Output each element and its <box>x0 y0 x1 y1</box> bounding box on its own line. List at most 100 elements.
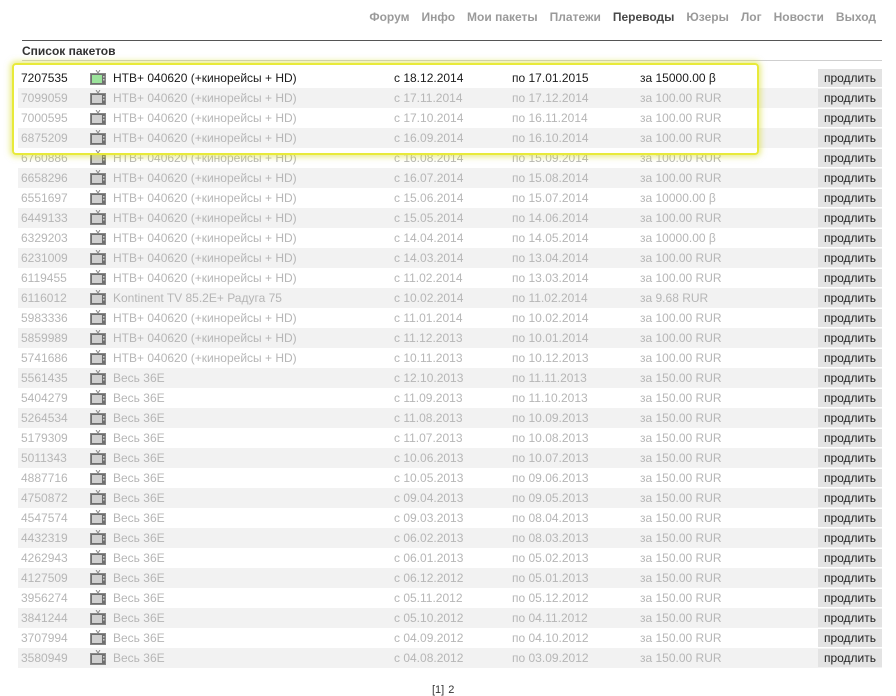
package-row: 5264534 Весь 36E с 11.08.2013 по 10.09.2013… <box>18 408 882 428</box>
package-row: 5859989 НТВ+ 040620 (+кинорейсы + HD) с 11… <box>18 328 882 348</box>
tv-icon <box>90 389 106 405</box>
renew-button[interactable]: продлить <box>818 109 882 127</box>
renew-button[interactable]: продлить <box>818 309 882 327</box>
renew-button[interactable]: продлить <box>818 549 882 567</box>
tv-icon <box>90 89 106 105</box>
renew-button[interactable]: продлить <box>818 489 882 507</box>
tv-icon <box>90 629 106 645</box>
nav-item-0[interactable]: Форум <box>363 10 415 28</box>
package-row: 4127509 Весь 36E с 06.12.2012 по 05.01.2013… <box>18 568 882 588</box>
package-price: за 150.00 RUR <box>640 651 722 665</box>
renew-button[interactable]: продлить <box>818 329 882 347</box>
package-start-date: с 10.05.2013 <box>394 471 464 485</box>
package-end-date: по 11.11.2013 <box>512 371 587 385</box>
package-name: НТВ+ 040620 (+кинорейсы + HD) <box>113 111 297 125</box>
package-row: 5404279 Весь 36E с 11.09.2013 по 11.10.2013… <box>18 388 882 408</box>
nav-item-7[interactable]: Новости <box>768 10 830 28</box>
package-name: Весь 36E <box>113 491 165 505</box>
nav-item-5[interactable]: Юзеры <box>680 10 734 28</box>
renew-button[interactable]: продлить <box>818 209 882 227</box>
nav-item-6[interactable]: Лог <box>735 10 768 28</box>
package-start-date: с 10.02.2014 <box>394 291 464 305</box>
package-start-date: с 11.07.2013 <box>394 431 463 445</box>
package-end-date: по 16.11.2014 <box>512 111 588 125</box>
package-price: за 150.00 RUR <box>640 511 722 525</box>
package-end-date: по 17.12.2014 <box>512 91 589 105</box>
renew-button[interactable]: продлить <box>818 289 882 307</box>
nav-item-8[interactable]: Выход <box>830 10 882 28</box>
package-row: 6119455 НТВ+ 040620 (+кинорейсы + HD) с 11… <box>18 268 882 288</box>
package-start-date: с 10.06.2013 <box>394 451 464 465</box>
package-price: за 150.00 RUR <box>640 611 722 625</box>
package-start-date: с 09.03.2013 <box>394 511 464 525</box>
renew-button[interactable]: продлить <box>818 169 882 187</box>
nav-item-4[interactable]: Переводы <box>607 10 681 28</box>
renew-button[interactable]: продлить <box>818 349 882 367</box>
renew-button[interactable]: продлить <box>818 529 882 547</box>
renew-button[interactable]: продлить <box>818 469 882 487</box>
renew-button[interactable]: продлить <box>818 89 882 107</box>
renew-button[interactable]: продлить <box>818 409 882 427</box>
package-name: Весь 36E <box>113 511 165 525</box>
package-row: 4887716 Весь 36E с 10.05.2013 по 09.06.2013… <box>18 468 882 488</box>
renew-button[interactable]: продлить <box>818 569 882 587</box>
page-link-2[interactable]: 2 <box>448 684 454 696</box>
package-name: Весь 36E <box>113 391 165 405</box>
renew-button[interactable]: продлить <box>818 389 882 407</box>
package-row: 5011343 Весь 36E с 10.06.2013 по 10.07.2013… <box>18 448 882 468</box>
top-navigation: Форум Инфо Мои пакеты Платежи Переводы Юзеры Л… <box>363 10 882 28</box>
package-name: НТВ+ 040620 (+кинорейсы + HD) <box>113 91 297 105</box>
tv-icon <box>90 109 106 125</box>
nav-item-3[interactable]: Платежи <box>544 10 607 28</box>
renew-button[interactable]: продлить <box>818 249 882 267</box>
package-name: Kontinent TV 85.2E+ Радуга 75 <box>113 291 282 305</box>
package-start-date: с 17.10.2014 <box>394 111 464 125</box>
nav-item-1[interactable]: Инфо <box>415 10 461 28</box>
package-start-date: с 14.04.2014 <box>394 231 464 245</box>
package-id: 4262943 <box>21 551 68 565</box>
package-row: 4432319 Весь 36E с 06.02.2013 по 08.03.2013… <box>18 528 882 548</box>
renew-button[interactable]: продлить <box>818 189 882 207</box>
renew-button[interactable]: продлить <box>818 229 882 247</box>
package-id: 7000595 <box>21 111 68 125</box>
package-price: за 150.00 RUR <box>640 631 722 645</box>
renew-button[interactable]: продлить <box>818 129 882 147</box>
tv-icon <box>90 269 106 285</box>
package-end-date: по 08.04.2013 <box>512 511 589 525</box>
package-end-date: по 17.01.2015 <box>512 71 589 85</box>
package-start-date: с 11.02.2014 <box>394 271 463 285</box>
package-id: 5983336 <box>21 311 68 325</box>
renew-button[interactable]: продлить <box>818 509 882 527</box>
package-id: 4547574 <box>21 511 68 525</box>
package-price: за 100.00 RUR <box>640 91 722 105</box>
package-id: 5179309 <box>21 431 68 445</box>
tv-icon <box>90 329 106 345</box>
package-row: 4750872 Весь 36E с 09.04.2013 по 09.05.2013… <box>18 488 882 508</box>
package-end-date: по 09.05.2013 <box>512 491 589 505</box>
renew-button[interactable]: продлить <box>818 149 882 167</box>
tv-icon <box>90 349 106 365</box>
package-price: за 100.00 RUR <box>640 271 722 285</box>
tv-icon <box>90 529 106 545</box>
package-name: НТВ+ 040620 (+кинорейсы + HD) <box>113 271 297 285</box>
renew-button[interactable]: продлить <box>818 609 882 627</box>
package-id: 6119455 <box>21 271 67 285</box>
renew-button[interactable]: продлить <box>818 589 882 607</box>
nav-item-2[interactable]: Мои пакеты <box>461 10 544 28</box>
renew-button[interactable]: продлить <box>818 269 882 287</box>
package-end-date: по 03.09.2012 <box>512 651 589 665</box>
renew-button[interactable]: продлить <box>818 429 882 447</box>
package-id: 3841244 <box>21 611 68 625</box>
package-start-date: с 18.12.2014 <box>394 71 464 85</box>
renew-button[interactable]: продлить <box>818 69 882 87</box>
renew-button[interactable]: продлить <box>818 369 882 387</box>
package-end-date: по 14.06.2014 <box>512 211 589 225</box>
renew-button[interactable]: продлить <box>818 629 882 647</box>
package-id: 6551697 <box>21 191 68 205</box>
package-start-date: с 10.11.2013 <box>394 351 463 365</box>
renew-button[interactable]: продлить <box>818 449 882 467</box>
tv-icon <box>90 229 106 245</box>
renew-button[interactable]: продлить <box>818 649 882 667</box>
package-price: за 100.00 RUR <box>640 251 722 265</box>
package-end-date: по 11.10.2013 <box>512 391 588 405</box>
